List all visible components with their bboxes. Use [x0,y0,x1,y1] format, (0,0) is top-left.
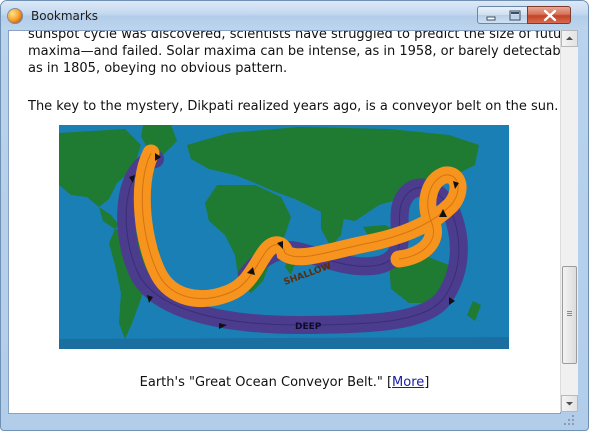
grip-line [567,315,572,316]
text-line-partial: sunspot cycle was discovered, scientists… [28,30,561,42]
antarctica-edge [59,337,509,349]
scroll-down-button[interactable] [561,395,578,412]
scroll-up-button[interactable] [561,30,578,47]
text-line: maxima—and failed. Solar maxima can be i… [28,44,561,59]
title-bar[interactable]: Bookmarks [1,1,588,29]
minimize-button[interactable] [477,6,503,24]
close-button[interactable] [527,6,571,24]
conveyor-belt-map: SHALLOW DEEP [59,125,509,349]
vertical-scrollbar[interactable] [560,30,578,412]
close-icon [543,9,557,22]
maximize-button[interactable] [502,6,528,24]
browser-window: Bookmarks sunspot cycle was discovered, … [0,0,589,431]
maximize-icon [509,10,521,21]
chevron-up-icon [566,36,573,40]
firefox-icon [7,8,23,24]
resize-grip-icon[interactable] [560,412,578,429]
minimize-icon [486,16,496,21]
grip-line [567,313,572,314]
more-link[interactable]: More [392,375,424,390]
paragraph: The key to the mystery, Dikpati realized… [28,99,559,114]
scroll-thumb[interactable] [562,266,577,364]
text-line: as in 1805, obeying no obvious pattern. [28,61,288,76]
chevron-down-icon [566,402,573,406]
window-title: Bookmarks [31,9,99,23]
page-content[interactable]: sunspot cycle was discovered, scientists… [8,30,561,414]
caption-text: Earth's "Great Ocean Conveyor Belt." [ [139,375,393,390]
deep-label: DEEP [295,322,322,332]
grip-line [567,311,572,312]
figure-caption: Earth's "Great Ocean Conveyor Belt." [Mo… [9,375,560,390]
caption-end: ] [424,375,430,390]
